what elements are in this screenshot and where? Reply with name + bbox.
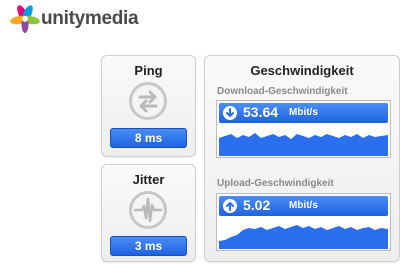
download-box: 53.64 Mbit/s: [216, 100, 391, 158]
upload-arrow-icon: [223, 199, 237, 213]
upload-graph: [219, 225, 388, 249]
upload-label: Upload-Geschwindigkeit: [217, 178, 334, 189]
unitymedia-logo-icon: [10, 5, 40, 33]
jitter-panel: Jitter 3 ms: [101, 164, 196, 262]
upload-bar: 5.02 Mbit/s: [219, 196, 388, 216]
ping-panel: Ping 8 ms: [101, 55, 196, 157]
download-bar: 53.64 Mbit/s: [219, 103, 388, 123]
waveform-icon: [129, 191, 167, 229]
speed-title: Geschwindigkeit: [250, 63, 354, 78]
download-label: Download-Geschwindigkeit: [217, 86, 348, 97]
download-graph: [219, 133, 388, 156]
upload-box: 5.02 Mbit/s: [216, 193, 391, 251]
download-arrow-icon: [223, 106, 237, 120]
speed-panel: Geschwindigkeit Download-Geschwindigkeit…: [204, 55, 400, 262]
upload-value: 5.02: [243, 197, 271, 213]
download-value: 53.64: [243, 104, 279, 120]
ping-value: 8 ms: [110, 128, 187, 148]
brand-name: unitymedia: [41, 8, 139, 29]
jitter-title: Jitter: [132, 172, 165, 187]
jitter-value: 3 ms: [110, 236, 187, 256]
download-unit: Mbit/s: [289, 107, 318, 118]
header: unitymedia: [0, 0, 400, 44]
upload-unit: Mbit/s: [289, 200, 318, 211]
swap-arrows-icon: [129, 82, 167, 120]
ping-title: Ping: [134, 63, 163, 78]
